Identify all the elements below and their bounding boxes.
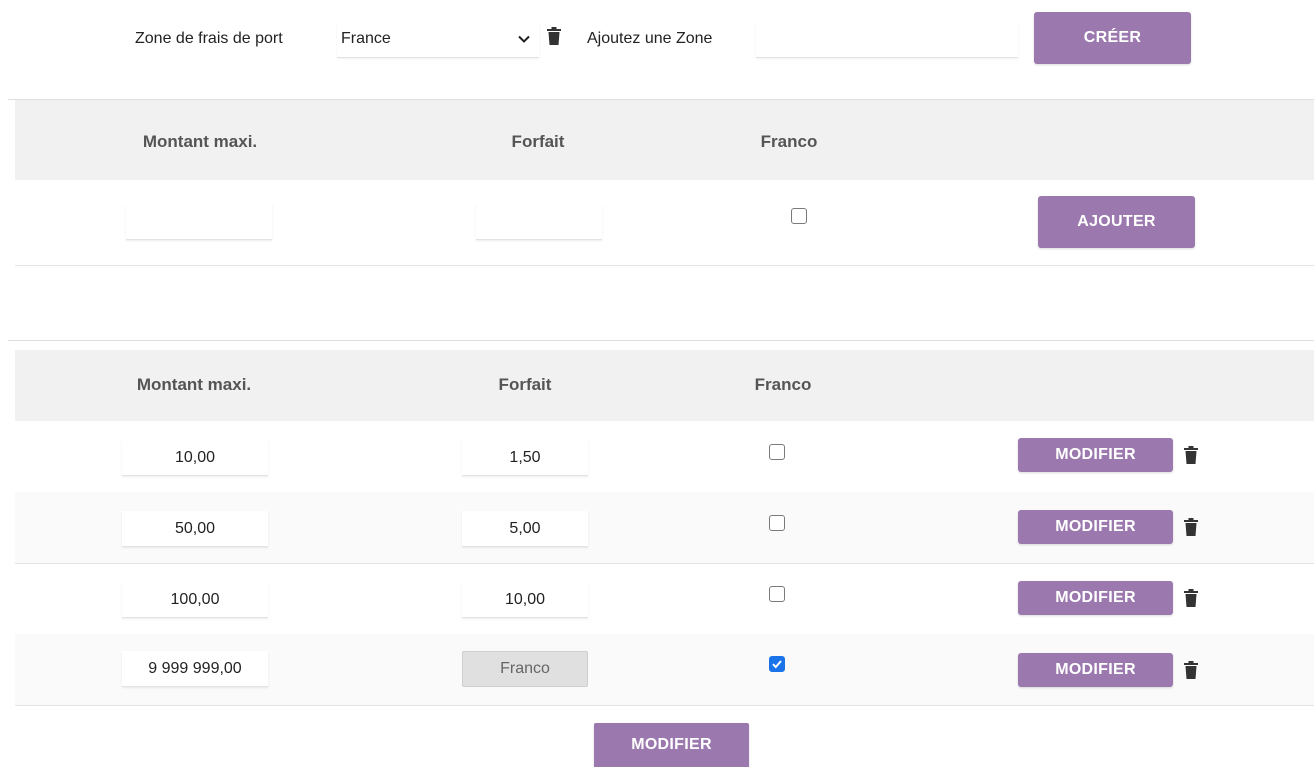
chevron-down-icon (518, 35, 530, 43)
franco-checkbox[interactable] (769, 515, 785, 531)
new-montant-input[interactable] (126, 204, 272, 240)
montant-input[interactable]: 50,00 (122, 511, 268, 547)
create-zone-button[interactable]: CRÉER (1034, 12, 1191, 64)
franco-checkbox[interactable] (769, 586, 785, 602)
table-row: 50,00 5,00 MODIFIER (15, 492, 1314, 564)
new-franco-checkbox[interactable] (791, 208, 807, 224)
trash-icon[interactable] (1184, 589, 1198, 607)
modify-button[interactable]: MODIFIER (1018, 581, 1173, 615)
list-table-header: Montant maxi. Forfait Franco (15, 350, 1314, 421)
new-forfait-input[interactable] (476, 204, 602, 240)
add-zone-input[interactable] (756, 22, 1018, 58)
zone-select-value: France (341, 30, 391, 47)
franco-checkbox[interactable] (769, 444, 785, 460)
divider (8, 340, 1314, 341)
table-row: 9 999 999,00 Franco MODIFIER (15, 634, 1314, 706)
add-zone-label: Ajoutez une Zone (587, 30, 713, 47)
add-table-header: Montant maxi. Forfait Franco (15, 100, 1314, 180)
franco-checkbox-checked[interactable] (769, 656, 785, 672)
add-row: AJOUTER (15, 180, 1314, 266)
modify-button[interactable]: MODIFIER (1018, 653, 1173, 687)
modify-button[interactable]: MODIFIER (1018, 438, 1173, 472)
header-franco: Franco (754, 375, 812, 394)
forfait-input[interactable]: 10,00 (462, 582, 588, 618)
forfait-input-disabled: Franco (462, 651, 588, 687)
forfait-input[interactable]: 1,50 (462, 440, 588, 476)
montant-input[interactable]: 10,00 (122, 440, 268, 476)
trash-icon[interactable] (1184, 446, 1198, 464)
montant-input[interactable]: 100,00 (122, 582, 268, 618)
modify-button[interactable]: MODIFIER (1018, 510, 1173, 544)
header-forfait: Forfait (511, 132, 565, 151)
table-row: 100,00 10,00 MODIFIER (15, 563, 1314, 635)
shipping-zones-page: Zone de frais de port France Ajoutez une… (0, 0, 1314, 767)
trash-icon[interactable] (547, 27, 561, 45)
header-forfait: Forfait (498, 375, 552, 394)
table-row: 10,00 1,50 MODIFIER (15, 421, 1314, 493)
modify-all-button[interactable]: MODIFIER (594, 723, 749, 767)
zone-label: Zone de frais de port (135, 30, 283, 47)
header-franco: Franco (760, 132, 818, 151)
trash-icon[interactable] (1184, 518, 1198, 536)
add-button[interactable]: AJOUTER (1038, 196, 1195, 248)
montant-input[interactable]: 9 999 999,00 (122, 651, 268, 687)
header-montant: Montant maxi. (142, 132, 258, 151)
zone-toolbar: Zone de frais de port France Ajoutez une… (0, 0, 1314, 80)
check-icon (772, 660, 782, 669)
header-montant: Montant maxi. (136, 375, 252, 394)
zone-select[interactable]: France (337, 22, 539, 58)
forfait-input[interactable]: 5,00 (462, 511, 588, 547)
trash-icon[interactable] (1184, 661, 1198, 679)
